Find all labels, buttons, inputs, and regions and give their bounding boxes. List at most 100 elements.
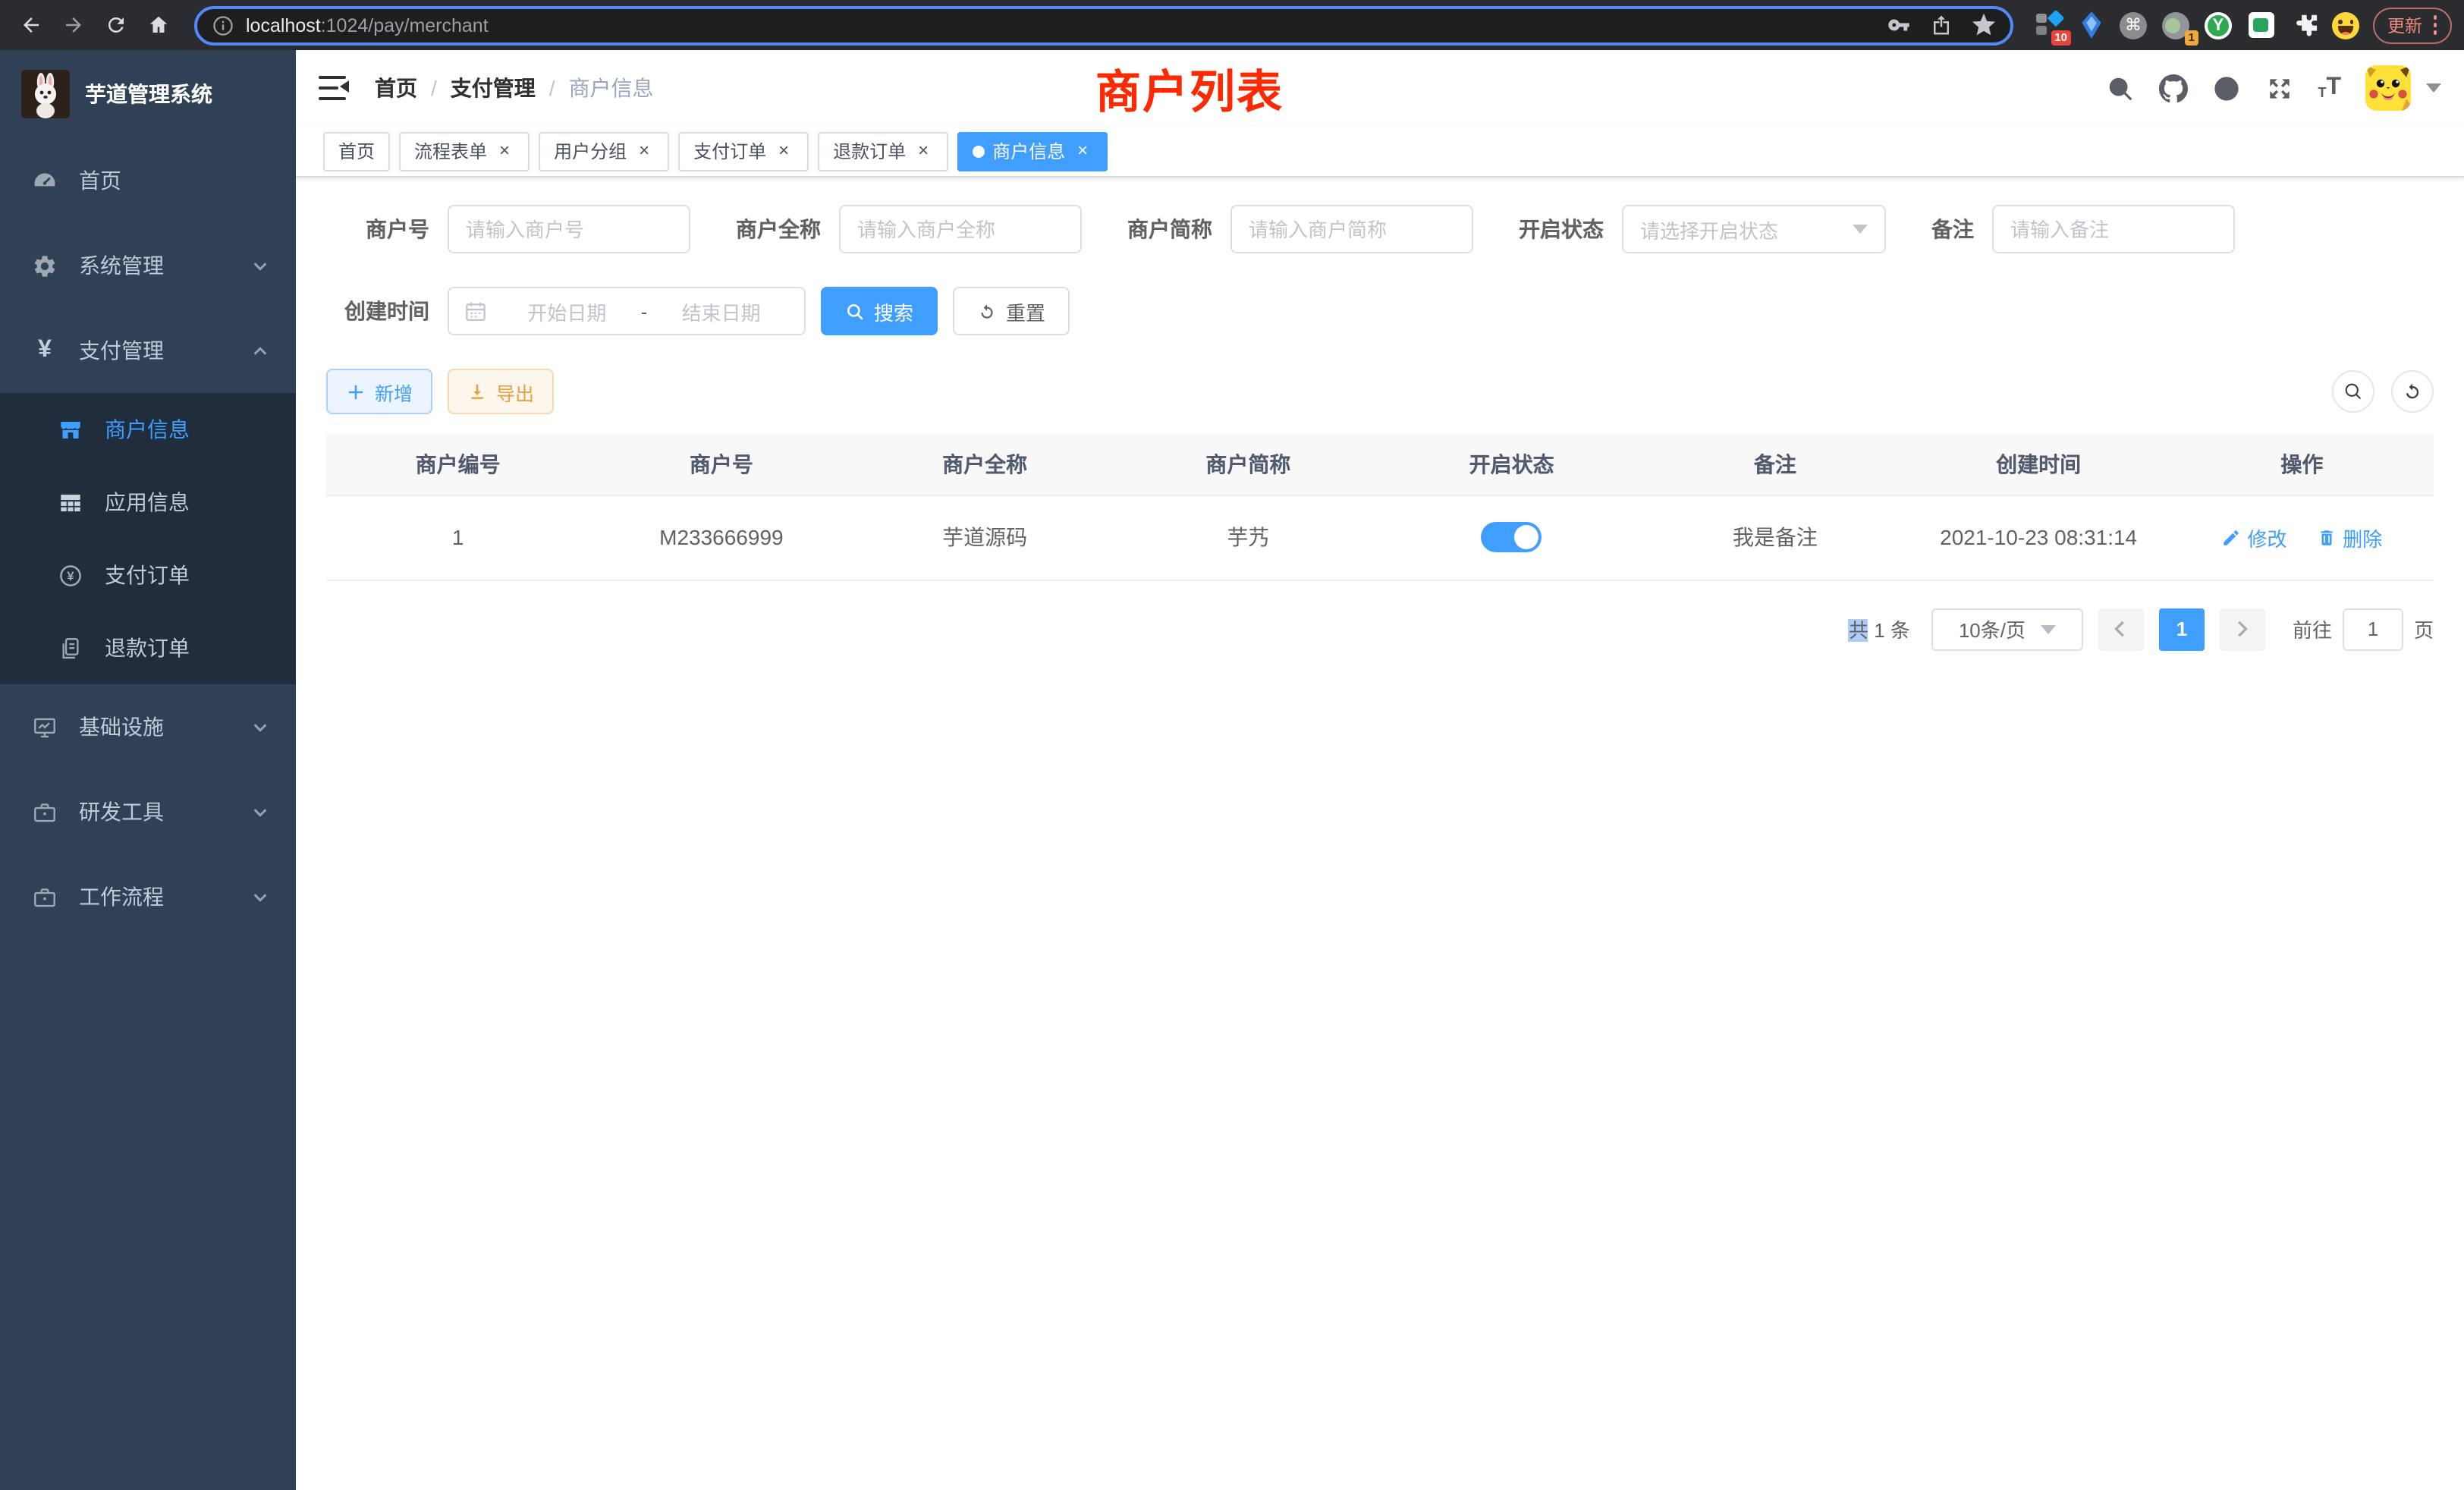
goto-page-input[interactable] (2343, 608, 2403, 650)
tab-refund-order[interactable]: 退款订单 × (818, 131, 948, 171)
tab-pay-order[interactable]: 支付订单× (678, 131, 809, 171)
breadcrumb-home[interactable]: 首页 (375, 73, 417, 103)
site-info-icon[interactable] (212, 14, 234, 36)
browser-back-icon[interactable] (12, 7, 49, 43)
toggle-search-button[interactable] (2332, 370, 2374, 413)
chevron-down-icon (252, 257, 269, 274)
tags-view: 首页 流程表单 × 用户分组× 支付订单× 退款订单 × 商户信息× (296, 126, 2464, 178)
next-page-button[interactable] (2220, 608, 2265, 650)
extension-chat-icon[interactable] (2246, 11, 2275, 39)
app-logo[interactable]: 芋道管理系统 (0, 50, 296, 138)
search-button[interactable]: 搜索 (821, 287, 938, 335)
help-icon[interactable]: ? (2211, 74, 2240, 102)
tab-label: 首页 (338, 138, 375, 164)
sidebar-item-infra[interactable]: 基础设施 (0, 684, 296, 769)
extension-green-y-icon[interactable]: Y (2204, 11, 2233, 39)
extension-command-icon[interactable]: ⌘ (2119, 11, 2148, 39)
status-select[interactable]: 请选择开启状态 (1622, 205, 1886, 253)
breadcrumb-pay[interactable]: 支付管理 (451, 73, 536, 103)
total-suffix: 条 (1890, 619, 1910, 642)
sidebar-item-label: 应用信息 (105, 487, 190, 517)
password-key-icon[interactable] (1887, 14, 1909, 36)
end-date-placeholder[interactable]: 结束日期 (653, 297, 789, 325)
add-button[interactable]: 新增 (326, 369, 432, 414)
extension-kite-icon[interactable] (2076, 11, 2105, 39)
merchant-full-name-input[interactable] (839, 205, 1082, 253)
browser-update-button[interactable]: 更新 (2372, 7, 2452, 43)
column-header: 商户编号 (326, 434, 589, 495)
briefcase-icon (32, 884, 58, 910)
sidebar-item-home[interactable]: 首页 (0, 138, 296, 223)
header-search-icon[interactable] (2105, 74, 2134, 102)
page-number-button[interactable]: 1 (2159, 608, 2205, 650)
sidebar-collapse-icon[interactable] (319, 75, 349, 101)
tab-user-group[interactable]: 用户分组× (539, 131, 669, 171)
sidebar-item-label: 工作流程 (79, 882, 164, 912)
reset-button[interactable]: 重置 (953, 287, 1070, 335)
extension-emoji-icon[interactable] (2331, 11, 2360, 39)
sidebar-item-dev-tools[interactable]: 研发工具 (0, 769, 296, 854)
edit-link[interactable]: 修改 (2221, 523, 2286, 552)
share-icon[interactable] (1929, 14, 1952, 36)
column-header: 操作 (2170, 434, 2434, 495)
extension-puzzle-icon[interactable] (2289, 11, 2318, 39)
pagination: 共 1 条 10条/页 1 前往 页 (326, 608, 2434, 650)
sidebar-menu: 首页 系统管理 ¥ 支付管理 商户信息 (0, 138, 296, 939)
cell-short-name: 芋艿 (1117, 495, 1380, 580)
sidebar-item-label: 首页 (79, 165, 121, 196)
create-time-range-picker[interactable]: 开始日期 - 结束日期 (448, 287, 806, 335)
browser-reload-icon[interactable] (97, 7, 134, 43)
merchant-short-name-input[interactable] (1230, 205, 1473, 253)
refresh-button[interactable] (2391, 370, 2434, 413)
user-avatar[interactable] (2365, 65, 2411, 111)
start-date-placeholder[interactable]: 开始日期 (499, 297, 635, 325)
table-row: 1 M233666999 芋道源码 芋艿 我是备注 2021-10-23 08:… (326, 495, 2434, 580)
sidebar-item-system[interactable]: 系统管理 (0, 223, 296, 308)
avatar-caret-icon[interactable] (2426, 83, 2441, 93)
cell-remark: 我是备注 (1643, 495, 1906, 580)
browser-menu-icon[interactable] (2433, 16, 2437, 35)
sidebar-item-workflow[interactable]: 工作流程 (0, 854, 296, 939)
filter-label: 商户全称 (736, 214, 821, 244)
close-icon[interactable]: × (1073, 141, 1092, 161)
sidebar-item-pay[interactable]: ¥ 支付管理 (0, 308, 296, 393)
tab-label: 退款订单 (833, 138, 906, 164)
chevron-down-icon (252, 803, 269, 820)
browser-forward-icon[interactable] (55, 7, 91, 43)
extension-grid-icon[interactable]: 10 (2034, 11, 2063, 39)
merchant-no-input[interactable] (448, 205, 690, 253)
browser-home-icon[interactable] (140, 7, 176, 43)
sidebar-item-pay-order[interactable]: ¥ 支付订单 (0, 539, 296, 611)
close-icon[interactable]: × (913, 141, 933, 161)
sidebar-item-merchant-info[interactable]: 商户信息 (0, 393, 296, 466)
tab-process-form[interactable]: 流程表单 × (399, 131, 530, 171)
reset-button-label: 重置 (1006, 297, 1045, 325)
close-icon[interactable]: × (774, 141, 794, 161)
bookmark-star-icon[interactable] (1972, 14, 1994, 36)
font-size-icon[interactable]: TT (2318, 76, 2341, 100)
fullscreen-icon[interactable] (2264, 74, 2293, 102)
cell-full-name: 芋道源码 (853, 495, 1117, 580)
export-button[interactable]: 导出 (448, 369, 554, 414)
chevron-down-icon (1853, 225, 1868, 234)
sidebar-item-app-info[interactable]: 应用信息 (0, 466, 296, 539)
table-header-row: 商户编号 商户号 商户全称 商户简称 开启状态 备注 创建时间 操作 (326, 434, 2434, 495)
tab-home[interactable]: 首页 (323, 131, 390, 171)
tab-merchant-info[interactable]: 商户信息× (957, 131, 1108, 171)
prev-page-button[interactable] (2098, 608, 2144, 650)
page-size-select[interactable]: 10条/页 (1931, 608, 2083, 650)
extension-recorder-icon[interactable]: 1 (2161, 11, 2190, 39)
sidebar-item-label: 商户信息 (105, 414, 190, 445)
status-toggle[interactable] (1482, 522, 1542, 552)
close-icon[interactable]: × (634, 141, 654, 161)
remark-input[interactable] (1992, 205, 2235, 253)
chevron-up-icon (252, 342, 269, 359)
tab-label: 流程表单 (414, 138, 487, 164)
sidebar-item-refund-order[interactable]: 退款订单 (0, 611, 296, 684)
delete-link[interactable]: 删除 (2317, 523, 2382, 552)
github-icon[interactable] (2158, 74, 2187, 102)
sidebar-item-label: 研发工具 (79, 797, 164, 827)
sidebar-item-label: 支付订单 (105, 560, 190, 590)
close-icon[interactable]: × (495, 141, 514, 161)
address-bar[interactable]: localhost:1024/pay/merchant (194, 5, 2013, 45)
